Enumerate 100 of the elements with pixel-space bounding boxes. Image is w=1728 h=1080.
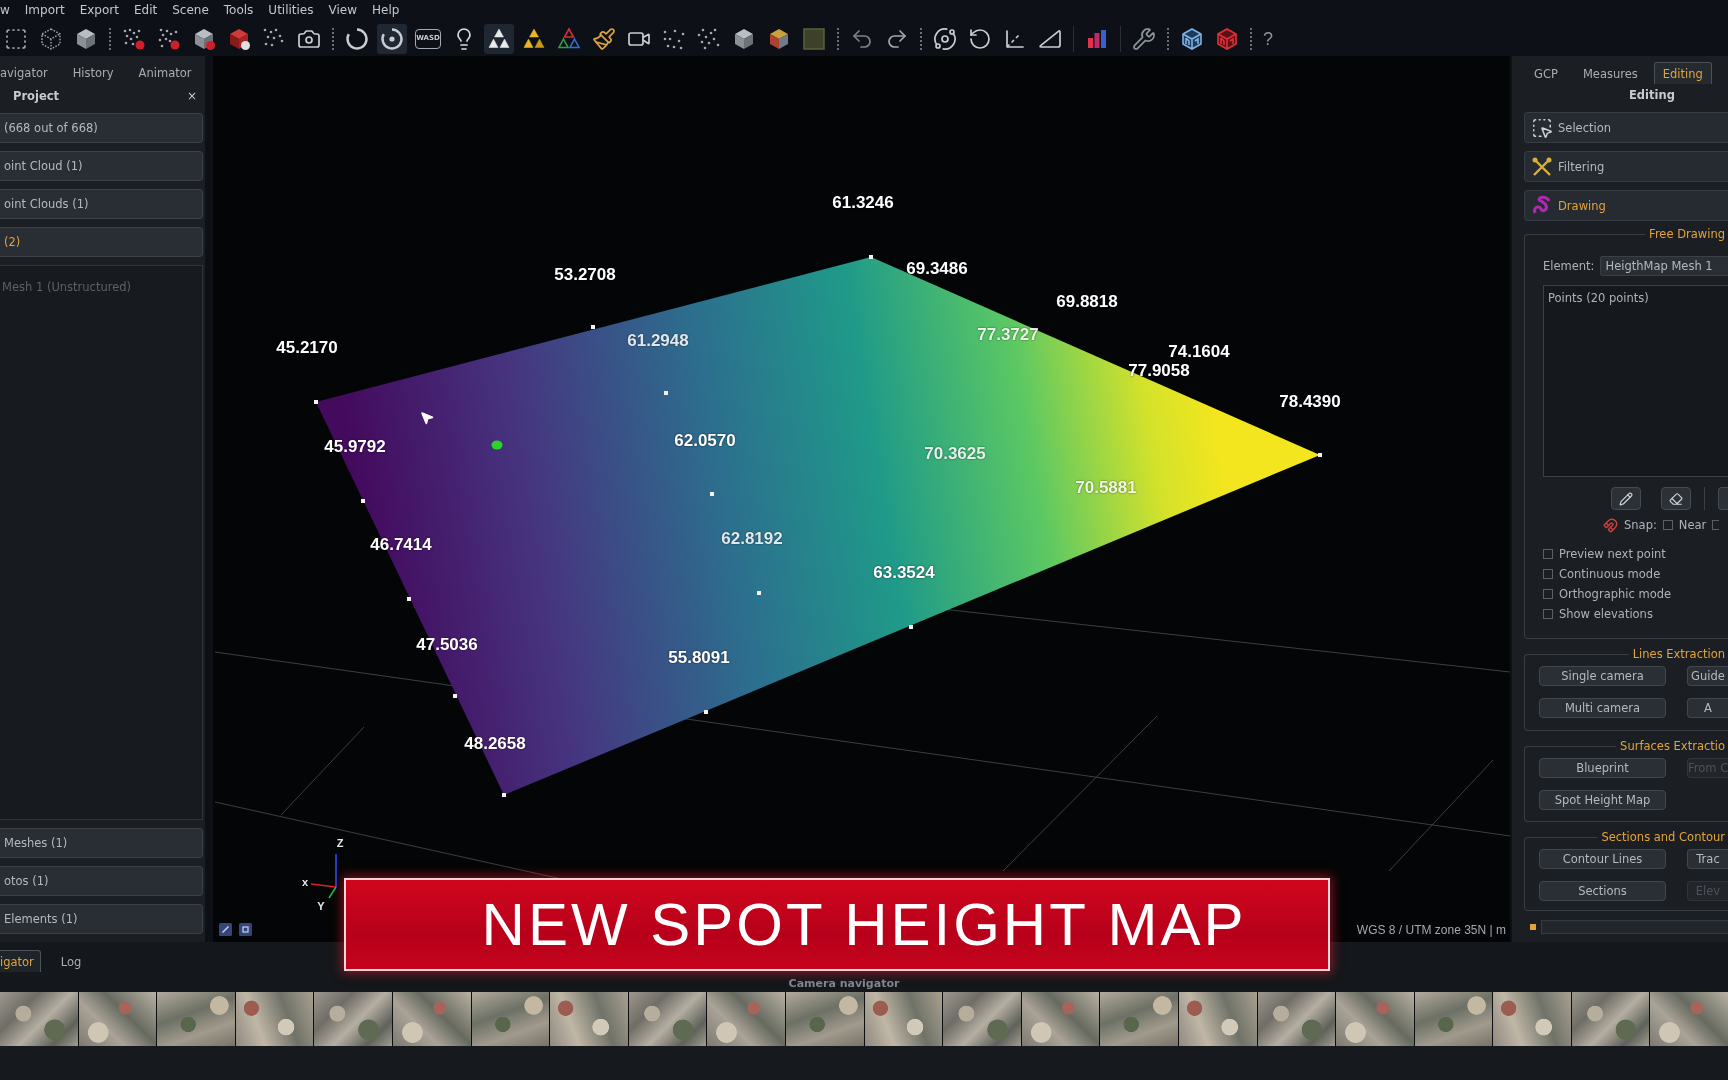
toolbar-button[interactable] [192,26,216,51]
toolbar-button[interactable] [732,26,756,51]
checkbox[interactable] [1662,520,1673,530]
tool-section-button[interactable]: Filtering [1524,151,1728,182]
action-button[interactable]: Spot Height Map [1539,790,1666,810]
toolbar-button[interactable] [522,26,546,51]
panel-tab[interactable]: Measures [1573,62,1647,84]
toolbar-button[interactable] [157,26,181,51]
element-dropdown[interactable]: HeigthMap Mesh 1 [1599,256,1728,276]
action-button[interactable]: Single camera [1539,666,1666,686]
elevation-label: 62.0570 [674,431,736,449]
section-button[interactable]: Elements (1) [0,904,203,934]
action-button[interactable]: A [1687,698,1728,718]
photo-placeholder[interactable] [235,992,314,1046]
elevation-label: 61.2948 [627,331,689,349]
photo-placeholder[interactable] [1257,992,1336,1046]
panel-tab[interactable]: Log [54,950,89,972]
checkbox[interactable] [1543,569,1553,579]
toolbar-button[interactable] [933,26,957,51]
axis-label: Z [336,837,344,849]
photo-placeholder[interactable] [78,992,157,1046]
ring-target-icon [380,26,404,51]
menu-item[interactable]: Export [79,3,119,18]
toolbar-button[interactable] [1180,26,1204,51]
photo-placeholder[interactable] [864,992,943,1046]
square-icon [802,26,826,51]
section-button[interactable]: oint Clouds (1) [0,189,203,219]
checkbox[interactable] [1543,589,1553,599]
elevation-label: 63.3524 [873,563,935,581]
close-button[interactable]: × [186,90,197,102]
axis-label: Y [317,900,325,912]
elevation-label: 62.8192 [721,529,783,547]
toolbar-button[interactable] [39,26,63,51]
square-tile-icon[interactable] [239,923,252,936]
section-button[interactable]: otos (1) [0,866,203,896]
axis-label: x [301,876,309,888]
action-button[interactable]: Blueprint [1539,758,1666,778]
action-button[interactable]: Sections [1539,881,1666,901]
menu-item[interactable]: Tools [223,3,254,18]
point-marker [407,597,411,601]
point-marker [361,499,365,503]
section-button[interactable]: (668 out of 668) [0,113,203,143]
toolbar-button[interactable] [377,23,407,54]
toolbar-button[interactable] [74,26,98,51]
menu-item[interactable]: Scene [172,3,209,18]
panel-tab[interactable]: Editing [1653,62,1712,84]
elevation-label: 78.4390 [1279,392,1341,410]
menu-item[interactable]: Edit [133,3,158,18]
menu-item[interactable]: Utilities [268,3,314,18]
panel-tab[interactable]: igator [0,950,41,972]
toolbar-button[interactable] [697,26,721,51]
checkbox-label: Orthographic mode [1559,587,1672,601]
toolbar-button[interactable] [968,26,992,51]
photo-placeholder[interactable] [1414,992,1493,1046]
draw-button[interactable] [1611,487,1641,510]
scattered-dots-icon [157,26,181,51]
group-title: Lines Extraction [1631,647,1726,661]
photo-placeholder[interactable] [471,992,550,1046]
action-button[interactable]: Trac [1687,849,1728,869]
line-tile-icon[interactable] [219,923,232,936]
toolbar-button[interactable] [592,26,616,51]
panel-tab[interactable]: avigator [0,66,48,80]
tool-section-button[interactable]: Selection [1524,112,1728,143]
toolbar-button[interactable] [122,26,146,51]
menu-item[interactable]: Import [24,3,65,18]
photo-placeholder[interactable] [1571,992,1650,1046]
checkbox[interactable] [1712,520,1720,530]
help-button[interactable]: ? [1263,28,1273,49]
photo-placeholder[interactable] [1021,992,1100,1046]
section-button[interactable]: oint Cloud (1) [0,151,203,181]
toolbar-button[interactable] [1132,26,1156,51]
toolbar-button[interactable] [4,26,28,51]
action-button[interactable]: Multi camera [1539,698,1666,718]
menu-item[interactable]: View [328,3,357,18]
toolbar-button[interactable] [484,23,514,54]
panel-tab[interactable]: History [72,66,114,80]
elevation-label: 70.3625 [924,444,986,462]
photo-placeholder[interactable] [628,992,707,1046]
checkbox[interactable] [1543,549,1553,559]
section-button[interactable]: Meshes (1) [0,828,203,858]
points-list[interactable]: Points (20 points) [1543,285,1728,477]
list-header: Points (20 points) [1548,291,1649,305]
toolbar-button[interactable] [227,26,251,51]
erase-button[interactable] [1661,487,1691,510]
cube-icon [192,26,216,51]
mouse-pointer-icon [419,410,435,426]
section-button[interactable]: (2) [0,227,203,257]
panel-tab[interactable]: GCP [1525,62,1567,84]
checkbox[interactable] [1543,609,1553,619]
panel-tab[interactable]: Animator [138,66,192,80]
tool-section-button[interactable]: Drawing [1524,190,1728,221]
menu-item[interactable]: w [0,3,10,18]
checkbox-label: Continuous mode [1559,567,1661,581]
eraser-icon [1669,491,1683,506]
menu-item[interactable]: Help [372,3,400,18]
point-marker [591,325,595,329]
action-button[interactable]: Contour Lines [1539,849,1666,869]
toolbar-button[interactable] [767,26,791,51]
elevation-label: 70.5881 [1075,478,1137,496]
action-button[interactable]: Guide [1687,666,1728,686]
